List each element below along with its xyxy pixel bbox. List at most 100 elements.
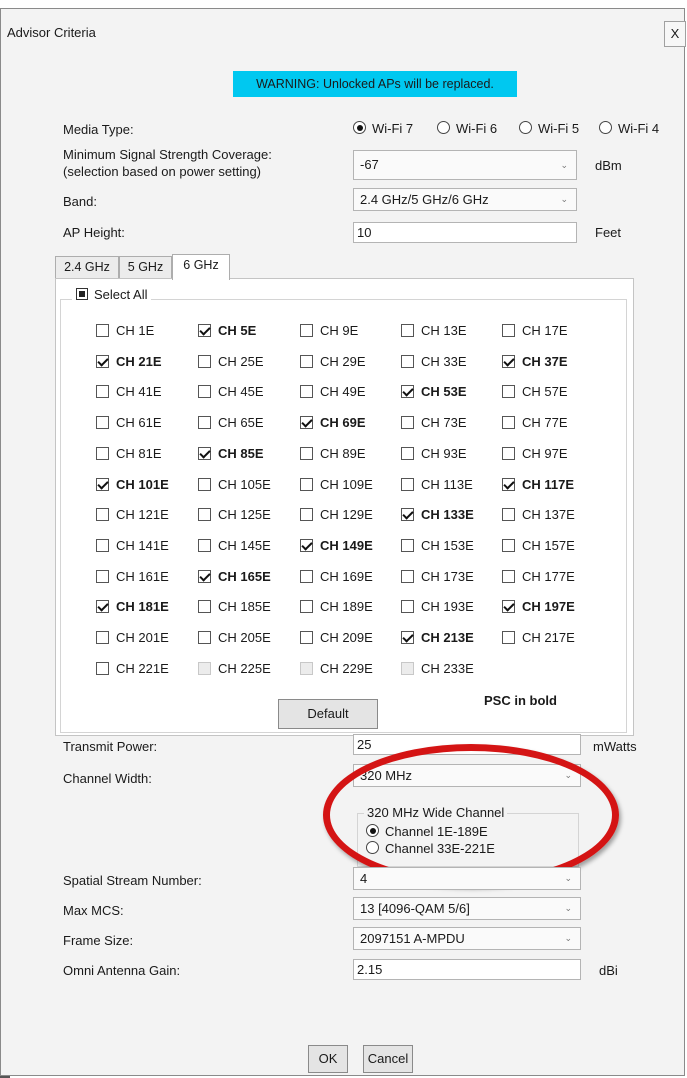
channel-checkbox[interactable]: CH 117E	[502, 477, 574, 492]
channel-checkbox[interactable]: CH 185E	[198, 599, 271, 614]
channel-checkbox[interactable]: CH 181E	[96, 599, 169, 614]
channel-checkbox[interactable]: CH 189E	[300, 599, 373, 614]
channel-checkbox[interactable]: CH 33E	[401, 354, 467, 369]
band-select[interactable]: 2.4 GHz/5 GHz/6 GHz ⌄	[353, 188, 577, 211]
channel-label: CH 97E	[522, 445, 568, 461]
channel-checkbox[interactable]: CH 61E	[96, 415, 162, 430]
channel-checkbox[interactable]: CH 17E	[502, 323, 568, 338]
psc-note: PSC in bold	[484, 693, 557, 708]
channel-checkbox[interactable]: CH 69E	[300, 415, 366, 430]
antenna-gain-input[interactable]: 2.15	[353, 959, 581, 980]
tab-2-4ghz[interactable]: 2.4 GHz	[55, 256, 119, 278]
default-button[interactable]: Default	[278, 699, 378, 729]
band-label: Band:	[63, 194, 97, 209]
channel-checkbox[interactable]: CH 173E	[401, 569, 474, 584]
cancel-button[interactable]: Cancel	[363, 1045, 413, 1073]
channel-checkbox[interactable]: CH 141E	[96, 538, 169, 553]
channel-label: CH 41E	[116, 384, 162, 400]
tab-5ghz[interactable]: 5 GHz	[119, 256, 172, 278]
channel-checkbox[interactable]: CH 57E	[502, 384, 568, 399]
channel-checkbox[interactable]: CH 97E	[502, 446, 568, 461]
channel-checkbox[interactable]: CH 137E	[502, 507, 575, 522]
channel-checkbox[interactable]: CH 49E	[300, 384, 366, 399]
channel-checkbox[interactable]: CH 21E	[96, 354, 162, 369]
channel-label: CH 141E	[116, 537, 169, 553]
channel-label: CH 173E	[421, 568, 474, 584]
media-type-wifi4-radio[interactable]: Wi-Fi 4	[599, 121, 659, 136]
channel-checkbox[interactable]: CH 93E	[401, 446, 467, 461]
channel-checkbox[interactable]: CH 53E	[401, 384, 467, 399]
channel-checkbox[interactable]: CH 157E	[502, 538, 575, 553]
channel-checkbox[interactable]: CH 45E	[198, 384, 264, 399]
channel-checkbox[interactable]: CH 113E	[401, 477, 473, 492]
select-all-checkbox[interactable]: Select All	[72, 287, 152, 302]
chevron-down-icon: ⌄	[564, 933, 572, 943]
channel-checkbox[interactable]: CH 217E	[502, 630, 575, 645]
channel-checkbox: CH 229E	[300, 661, 373, 676]
channel-checkbox[interactable]: CH 81E	[96, 446, 162, 461]
channel-checkbox[interactable]: CH 89E	[300, 446, 366, 461]
antenna-gain-unit: dBi	[599, 963, 618, 978]
channel-checkbox[interactable]: CH 209E	[300, 630, 373, 645]
channel-checkbox[interactable]: CH 105E	[198, 477, 271, 492]
radio-icon	[519, 121, 532, 134]
advisor-criteria-dialog: Advisor Criteria X WARNING: Unlocked APs…	[0, 8, 686, 1076]
media-type-wifi6-radio[interactable]: Wi-Fi 6	[437, 121, 497, 136]
channel-checkbox[interactable]: CH 153E	[401, 538, 474, 553]
channel-checkbox[interactable]: CH 65E	[198, 415, 264, 430]
channel-checkbox[interactable]: CH 205E	[198, 630, 271, 645]
ap-height-input[interactable]: 10	[353, 222, 577, 243]
channel-checkbox[interactable]: CH 129E	[300, 507, 373, 522]
channel-checkbox[interactable]: CH 193E	[401, 599, 474, 614]
channel-checkbox[interactable]: CH 29E	[300, 354, 366, 369]
channel-checkbox[interactable]: CH 73E	[401, 415, 467, 430]
channel-checkbox[interactable]: CH 133E	[401, 507, 474, 522]
channel-label: CH 161E	[116, 568, 169, 584]
channel-checkbox[interactable]: CH 25E	[198, 354, 264, 369]
channel-checkbox[interactable]: CH 85E	[198, 446, 264, 461]
channel-checkbox[interactable]: CH 149E	[300, 538, 373, 553]
ok-button[interactable]: OK	[308, 1045, 348, 1073]
channel-label: CH 89E	[320, 445, 366, 461]
signal-strength-select[interactable]: -67 ⌄	[353, 150, 577, 180]
checkbox-icon	[198, 661, 211, 675]
channel-label: CH 109E	[320, 476, 373, 492]
channel-label: CH 165E	[218, 568, 271, 584]
channel-checkbox[interactable]: CH 121E	[96, 507, 169, 522]
channel-checkbox[interactable]: CH 177E	[502, 569, 575, 584]
channel-checkbox[interactable]: CH 101E	[96, 477, 169, 492]
channel-label: CH 233E	[421, 660, 474, 676]
channel-label: CH 101E	[116, 476, 169, 492]
ap-height-label: AP Height:	[63, 225, 125, 240]
transmit-power-label: Transmit Power:	[63, 739, 158, 754]
channel-checkbox[interactable]: CH 37E	[502, 354, 568, 369]
frame-size-select[interactable]: 2097151 A-MPDU ⌄	[353, 927, 581, 950]
channel-checkbox[interactable]: CH 125E	[198, 507, 271, 522]
close-button[interactable]: X	[664, 21, 686, 47]
channel-checkbox[interactable]: CH 221E	[96, 661, 169, 676]
dialog-title: Advisor Criteria	[7, 25, 96, 40]
spatial-stream-select[interactable]: 4 ⌄	[353, 867, 581, 890]
tab-6ghz[interactable]: 6 GHz	[172, 254, 230, 280]
channel-checkbox[interactable]: CH 145E	[198, 538, 271, 553]
checkbox-icon	[198, 354, 211, 368]
channel-checkbox[interactable]: CH 77E	[502, 415, 568, 430]
channel-checkbox[interactable]: CH 5E	[198, 323, 256, 338]
channel-label: CH 61E	[116, 415, 162, 431]
channel-checkbox[interactable]: CH 201E	[96, 630, 169, 645]
channel-checkbox[interactable]: CH 169E	[300, 569, 373, 584]
channel-label: CH 197E	[522, 599, 575, 615]
channel-checkbox[interactable]: CH 109E	[300, 477, 373, 492]
checkbox-icon	[401, 661, 414, 675]
channel-checkbox[interactable]: CH 197E	[502, 599, 575, 614]
channel-checkbox[interactable]: CH 213E	[401, 630, 474, 645]
channel-checkbox[interactable]: CH 41E	[96, 384, 162, 399]
media-type-wifi7-radio[interactable]: Wi-Fi 7	[353, 121, 413, 136]
max-mcs-select[interactable]: 13 [4096-QAM 5/6] ⌄	[353, 897, 581, 920]
channel-checkbox[interactable]: CH 1E	[96, 323, 154, 338]
channel-checkbox[interactable]: CH 13E	[401, 323, 467, 338]
channel-checkbox[interactable]: CH 9E	[300, 323, 358, 338]
channel-checkbox[interactable]: CH 165E	[198, 569, 271, 584]
media-type-wifi5-radio[interactable]: Wi-Fi 5	[519, 121, 579, 136]
channel-checkbox[interactable]: CH 161E	[96, 569, 169, 584]
